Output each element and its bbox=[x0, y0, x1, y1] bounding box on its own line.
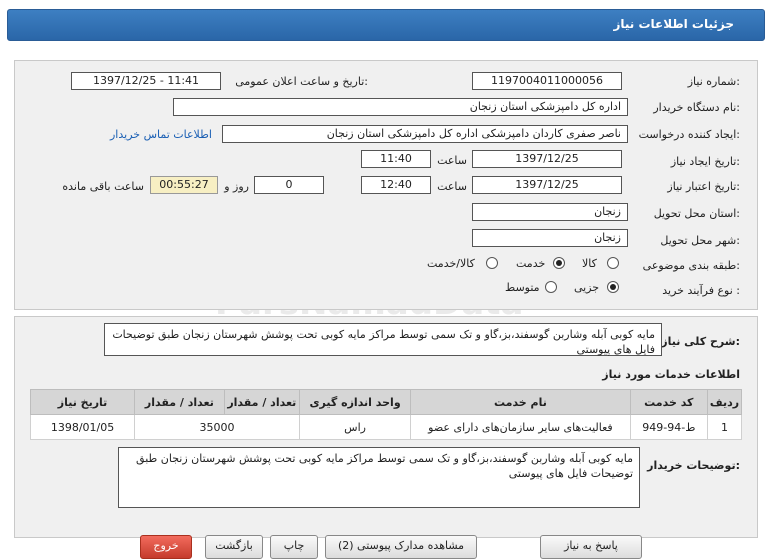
valid-date-field: 1397/12/25 bbox=[472, 176, 622, 194]
process-radio-medium[interactable] bbox=[545, 281, 557, 293]
category-radio-service[interactable] bbox=[553, 257, 565, 269]
process-option-medium: متوسط bbox=[505, 281, 540, 294]
notes-label: توضیحات خریدار: bbox=[647, 459, 740, 472]
announce-label: تاریخ و ساعت اعلان عمومی: bbox=[235, 75, 368, 88]
need-number-label: شماره نیاز: bbox=[687, 75, 740, 88]
province-field: زنجان bbox=[472, 203, 628, 221]
table-row: 1398/01/05 35000 راس فعالیت‌های سایر ساز… bbox=[29, 414, 743, 440]
col-service-code: کد خدمت bbox=[629, 389, 708, 415]
cell-service-name: فعالیت‌های سایر سازمان‌های دارای عضو bbox=[410, 414, 631, 440]
process-option-minor: جزیی bbox=[574, 281, 600, 294]
created-time-field: 11:40 bbox=[361, 150, 431, 168]
cell-row: 1 bbox=[706, 414, 743, 440]
valid-time-label: ساعت bbox=[437, 180, 467, 193]
need-number-field: 1197004011000056 bbox=[472, 72, 622, 90]
summary-label: شرح کلی نیاز: bbox=[661, 335, 740, 348]
buyer-org-field: اداره کل دامپزشکی استان زنجان bbox=[173, 98, 628, 116]
buyer-org-label: نام دستگاه خریدار: bbox=[653, 101, 740, 114]
services-title: اطلاعات خدمات مورد نیاز bbox=[602, 368, 740, 381]
requester-field: ناصر صفری کاردان دامپزشکی اداره کل دامپز… bbox=[222, 125, 628, 143]
valid-label: تاریخ اعتبار نیاز: bbox=[667, 180, 740, 193]
cell-need-date: 1398/01/05 bbox=[29, 414, 136, 440]
remaining-time-field: 00:55:27 bbox=[150, 176, 218, 194]
summary-text: مایه کوبی آبله وشاربن گوسفند،بز،گاو و تک… bbox=[104, 323, 662, 356]
services-header-row: تاریخ نیاز تعداد / مقدار تعداد / مقدار و… bbox=[29, 389, 743, 415]
page-title: جزئیات اطلاعات نیاز bbox=[613, 17, 734, 31]
requester-label: ایجاد کننده درخواست: bbox=[638, 128, 740, 141]
city-field: زنجان bbox=[472, 229, 628, 247]
remaining-label: ساعت باقی مانده bbox=[62, 180, 144, 193]
category-option-goods: کالا bbox=[582, 257, 597, 270]
category-radio-goods[interactable] bbox=[607, 257, 619, 269]
province-label: استان محل تحویل: bbox=[653, 207, 740, 220]
created-time-label: ساعت bbox=[437, 154, 467, 167]
cell-unit: راس bbox=[298, 414, 412, 440]
col-count: تعداد / مقدار bbox=[223, 389, 300, 415]
reply-button[interactable]: پاسخ به نیاز bbox=[540, 535, 642, 559]
cell-quantity: 35000 bbox=[134, 414, 300, 440]
category-option-goods-service: کالا/خدمت bbox=[427, 257, 475, 270]
category-option-service: خدمت bbox=[516, 257, 546, 270]
back-button[interactable]: بازگشت bbox=[205, 535, 263, 559]
valid-time-field: 12:40 bbox=[361, 176, 431, 194]
category-radio-goods-service[interactable] bbox=[486, 257, 498, 269]
created-date-field: 1397/12/25 bbox=[472, 150, 622, 168]
col-unit: واحد اندازه گیری bbox=[298, 389, 412, 415]
contact-buyer-link[interactable]: اطلاعات تماس خریدار bbox=[110, 128, 212, 141]
days-label: روز و bbox=[224, 180, 249, 193]
announce-field: 1397/12/25 - 11:41 bbox=[71, 72, 221, 90]
services-table: تاریخ نیاز تعداد / مقدار تعداد / مقدار و… bbox=[29, 389, 743, 440]
created-label: تاریخ ایجاد نیاز: bbox=[670, 155, 740, 168]
col-quantity: تعداد / مقدار bbox=[134, 389, 225, 415]
process-radio-minor[interactable] bbox=[607, 281, 619, 293]
print-button[interactable]: چاپ bbox=[270, 535, 318, 559]
days-field: 0 bbox=[254, 176, 324, 194]
exit-button[interactable]: خروج bbox=[140, 535, 192, 559]
process-label: نوع فرآیند خرید : bbox=[662, 284, 740, 297]
notes-text: مایه کوبی آبله وشاربن گوسفند،بز،گاو و تک… bbox=[118, 447, 640, 508]
col-service-name: نام خدمت bbox=[410, 389, 631, 415]
city-label: شهر محل تحویل: bbox=[660, 234, 740, 247]
cell-service-code: ط-94-949 bbox=[629, 414, 708, 440]
category-label: طبقه بندی موضوعی: bbox=[642, 259, 740, 272]
page-header: جزئیات اطلاعات نیاز bbox=[7, 9, 765, 41]
attachments-button[interactable]: مشاهده مدارک پیوستی (2) bbox=[325, 535, 477, 559]
col-need-date: تاریخ نیاز bbox=[29, 389, 136, 415]
col-row: ردیف bbox=[706, 389, 743, 415]
